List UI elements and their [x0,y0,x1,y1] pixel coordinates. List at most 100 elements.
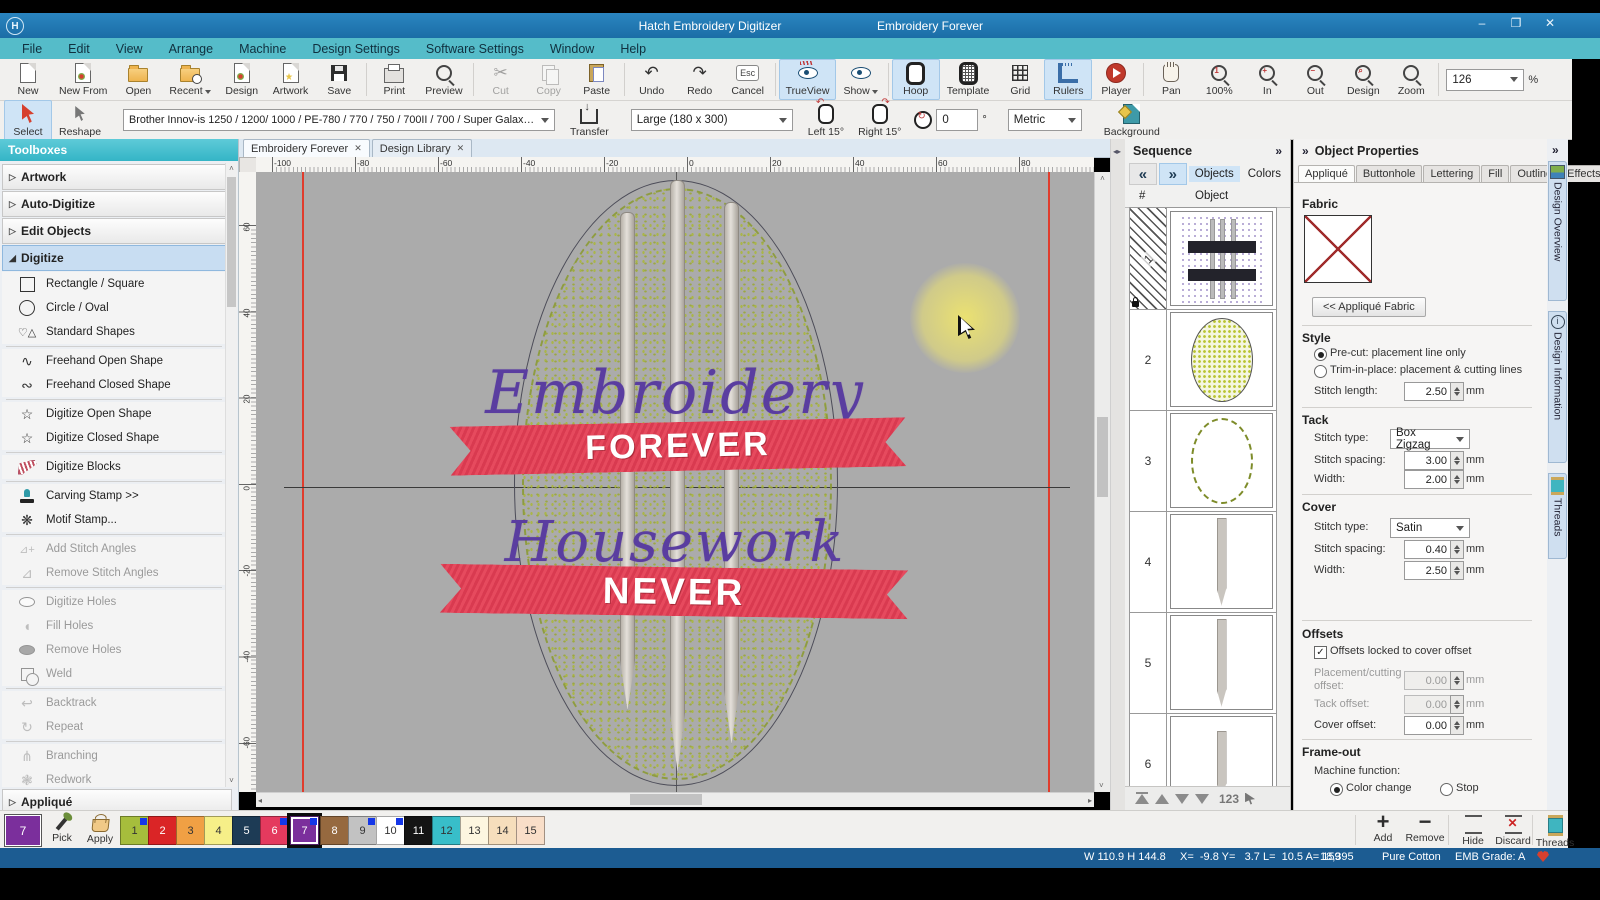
tool-motif-stamp[interactable]: ❋Motif Stamp... [2,508,226,532]
tack-stitch-type-combo[interactable]: Box Zigzag [1390,429,1470,449]
sequence-item-thumbnail[interactable] [1170,716,1273,788]
tool-digitize-open-shape[interactable]: ☆Digitize Open Shape [2,402,226,426]
close-tab-icon[interactable]: ✕ [457,143,465,154]
toolbox-section-artwork[interactable]: ▷Artwork [2,164,226,190]
pick-color-button[interactable]: Pick [44,813,80,844]
undo-button[interactable]: ↶Undo [628,59,676,100]
grid-toggle[interactable]: Grid [996,59,1044,100]
select-previous-object-button[interactable]: « [1129,163,1157,185]
tab-buttonhole[interactable]: Buttonhole [1356,165,1423,182]
palette-swatch-4[interactable]: 4 [204,816,233,845]
sequence-item-5[interactable]: 5 [1130,612,1276,714]
recent-button[interactable]: Recent [162,59,217,100]
toolboxes-scrollbar[interactable]: ˄ ˅ [225,163,237,787]
placement-offset-input[interactable]: 0.00 [1404,671,1451,690]
sequence-item-2[interactable]: 2 [1130,309,1276,411]
paste-button[interactable]: Paste [573,59,621,100]
rotate-angle-input[interactable]: 0 [936,109,978,131]
tool-digitize-closed-shape[interactable]: ☆Digitize Closed Shape [2,426,226,450]
palette-swatch-7[interactable]: 7 [290,816,319,845]
palette-swatch-15[interactable]: 15 [516,816,545,845]
scroll-down-icon[interactable]: ˅ [226,775,237,787]
move-to-start-icon[interactable] [1135,794,1149,804]
toolbox-section-auto-digitize[interactable]: ▷Auto-Digitize [2,191,226,217]
print-button[interactable]: Print [370,59,418,100]
menu-machine[interactable]: Machine [227,40,298,58]
tool-circle-oval[interactable]: Circle / Oval [2,296,226,320]
palette-swatch-10[interactable]: 10 [376,816,405,845]
scroll-down-icon[interactable]: ˅ [1099,781,1104,790]
cancel-button[interactable]: EscCancel [724,59,772,100]
spinner-arrows[interactable] [1450,382,1464,401]
stop-radio[interactable] [1440,783,1453,796]
scrollbar-thumb[interactable] [1097,417,1108,497]
menu-file[interactable]: File [10,40,54,58]
copy-button[interactable]: Copy [525,59,573,100]
tool-branching[interactable]: ⋔Branching [2,744,226,768]
cover-offset-input[interactable]: 0.00 [1404,716,1451,735]
new-button[interactable]: New [4,59,52,100]
toolbox-section-digitize[interactable]: ◢Digitize [2,245,226,271]
cover-stitch-type-combo[interactable]: Satin [1390,518,1470,538]
tool-digitize-holes[interactable]: Digitize Holes [2,590,226,614]
palette-swatch-12[interactable]: 12 [432,816,461,845]
select-next-object-button[interactable]: » [1159,163,1187,185]
design-canvas[interactable]: Embroidery FOREVER Housework NEVER [256,172,1094,792]
reshape-tool-button[interactable]: Reshape [52,100,108,141]
tab-colors[interactable]: Colors [1242,166,1287,182]
collapse-panel-icon[interactable]: » [1552,143,1559,157]
tack-width-input[interactable]: 2.00 [1404,470,1451,489]
palette-swatch-1[interactable]: 1 [120,816,149,845]
resequence-counter[interactable]: 123 [1219,792,1239,806]
knitting-needle-middle[interactable] [670,180,685,772]
menu-design-settings[interactable]: Design Settings [300,40,412,58]
show-button[interactable]: Show [836,59,884,100]
tool-digitize-blocks[interactable]: Digitize Blocks [2,455,226,479]
tab-design-library[interactable]: Design Library✕ [372,139,472,157]
sequence-item-3[interactable]: 3 [1130,410,1276,512]
sequence-item-thumbnail[interactable] [1170,413,1273,508]
tool-carving-stamp[interactable]: Carving Stamp >> [2,484,226,508]
zoom-design-button[interactable]: ⌕Design [1339,59,1387,100]
cut-button[interactable]: ✂Cut [477,59,525,100]
spinner-arrows[interactable] [1450,470,1464,489]
sequence-item-4[interactable]: 4 [1130,511,1276,613]
move-down-icon[interactable] [1175,794,1189,804]
applique-fabric-button[interactable]: << Appliqué Fabric [1312,297,1426,317]
palette-swatch-3[interactable]: 3 [176,816,205,845]
zoom-button[interactable]: Zoom [1387,59,1435,100]
sequence-item-thumbnail[interactable] [1170,211,1273,306]
sequence-item-6[interactable]: 6 [1130,713,1276,788]
palette-swatch-8[interactable]: 8 [320,816,349,845]
palette-swatch-13[interactable]: 13 [460,816,489,845]
zoom-100-button[interactable]: 1100% [1195,59,1243,100]
hoop-toggle[interactable]: Hoop [892,59,940,100]
tool-fill-holes[interactable]: ◖Fill Holes [2,614,226,638]
transfer-button[interactable]: Transfer [563,100,616,141]
tool-redwork[interactable]: ❃Redwork [2,768,226,787]
script-text-housework[interactable]: Housework [256,510,1094,575]
sequence-item-thumbnail[interactable] [1170,615,1273,710]
palette-swatch-9[interactable]: 9 [348,816,377,845]
tab-embroidery-forever[interactable]: Embroidery Forever✕ [243,139,370,157]
palette-swatch-14[interactable]: 14 [488,816,517,845]
scrollbar-thumb[interactable] [630,794,702,805]
background-button[interactable]: Background [1097,100,1167,141]
fabric-swatch[interactable] [1304,215,1372,283]
menu-window[interactable]: Window [538,40,606,58]
zoom-in-button[interactable]: +In [1243,59,1291,100]
new-from-button[interactable]: New From [52,59,114,100]
tool-add-stitch-angles[interactable]: ⊿+Add Stitch Angles [2,537,226,561]
sequence-item-thumbnail[interactable] [1170,514,1273,609]
side-tab-threads[interactable]: Threads [1548,473,1567,559]
machine-model-combo[interactable]: Brother Innov-is 1250 / 1200/ 1000 / PE-… [123,109,555,131]
tool-freehand-open-shape[interactable]: ∿Freehand Open Shape [2,349,226,373]
sequence-item-1[interactable]: 1 [1130,208,1276,310]
palette-swatch-6[interactable]: 6 [260,816,289,845]
color-change-radio[interactable] [1330,783,1343,796]
menu-edit[interactable]: Edit [56,40,102,58]
scroll-up-icon[interactable]: ˄ [1095,174,1110,183]
rotate-right-15-button[interactable]: Right 15° [851,100,908,141]
tool-backtrack[interactable]: ↩Backtrack [2,691,226,715]
palette-swatch-2[interactable]: 2 [148,816,177,845]
